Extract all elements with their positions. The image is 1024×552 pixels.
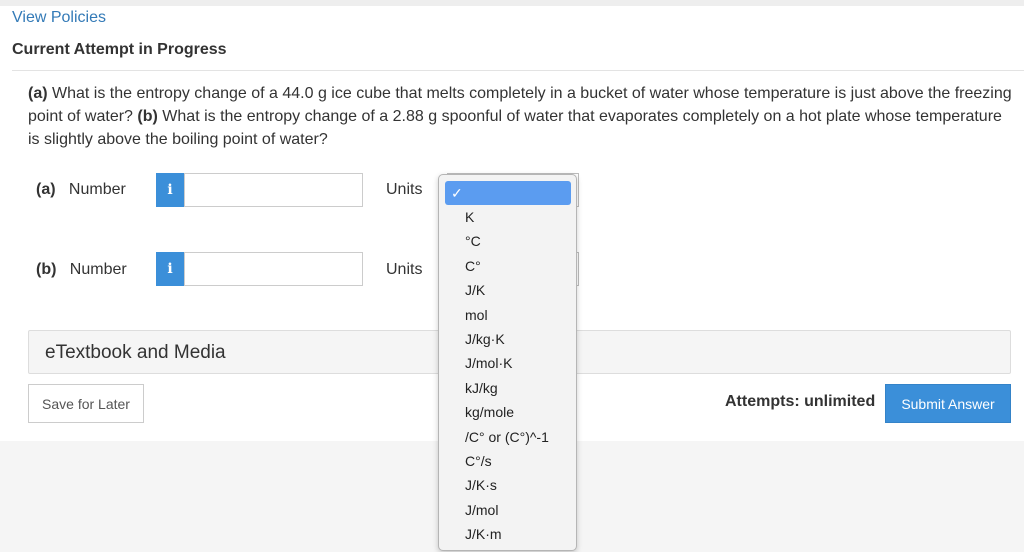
number-input-a[interactable]: [184, 173, 363, 207]
part-a-marker: (a): [28, 85, 48, 102]
dropdown-option[interactable]: kJ/kg: [439, 376, 576, 400]
dropdown-option[interactable]: mol: [439, 303, 576, 327]
units-label-a: Units: [386, 181, 423, 198]
dropdown-option[interactable]: J/mol: [439, 498, 576, 522]
attempt-heading: Current Attempt in Progress: [12, 41, 227, 58]
dropdown-option[interactable]: /C° or (C°)^-1: [439, 425, 576, 449]
dropdown-option[interactable]: J/K: [439, 278, 576, 302]
info-icon[interactable]: i: [156, 173, 184, 207]
dropdown-option[interactable]: C°: [439, 254, 576, 278]
view-policies-link[interactable]: View Policies: [12, 9, 106, 27]
dropdown-option[interactable]: C°/s: [439, 449, 576, 473]
attempts-text: Attempts: unlimited: [725, 393, 876, 410]
part-b-marker: (b): [137, 108, 158, 125]
dropdown-options-list: K °C C° J/K mol J/kg·K J/mol·K kJ/kg kg/mole/C° …: [439, 205, 576, 546]
dropdown-option[interactable]: J/kg·K: [439, 327, 576, 351]
units-dropdown-menu[interactable]: ✓ K °C C° J/K mol J/kg·K J/mol·K kJ/kg kg/mole/C…: [438, 174, 577, 551]
dropdown-option[interactable]: J/K·s: [439, 473, 576, 497]
dropdown-selected-option[interactable]: ✓: [445, 181, 571, 205]
question-text: (a) What is the entropy change of a 44.0…: [28, 82, 1013, 151]
etextbook-label: eTextbook and Media: [45, 342, 226, 363]
units-label-b: Units: [386, 261, 423, 278]
submit-answer-button[interactable]: Submit Answer: [885, 384, 1011, 423]
save-for-later-button[interactable]: Save for Later: [28, 384, 144, 423]
part-a-label: (a) Number: [36, 181, 126, 198]
checkmark-icon: ✓: [451, 185, 463, 201]
dropdown-option[interactable]: J/K·m: [439, 522, 576, 546]
header-divider: [12, 70, 1024, 71]
part-b-text: What is the entropy change of a 2.88 g s…: [28, 108, 1002, 148]
info-icon[interactable]: i: [156, 252, 184, 286]
dropdown-option[interactable]: J/mol·K: [439, 351, 576, 375]
part-b-label: (b) Number: [36, 261, 127, 278]
dropdown-option[interactable]: °C: [439, 229, 576, 253]
dropdown-option[interactable]: kg/mole: [439, 400, 576, 424]
dropdown-option[interactable]: K: [439, 205, 576, 229]
number-input-b[interactable]: [184, 252, 363, 286]
